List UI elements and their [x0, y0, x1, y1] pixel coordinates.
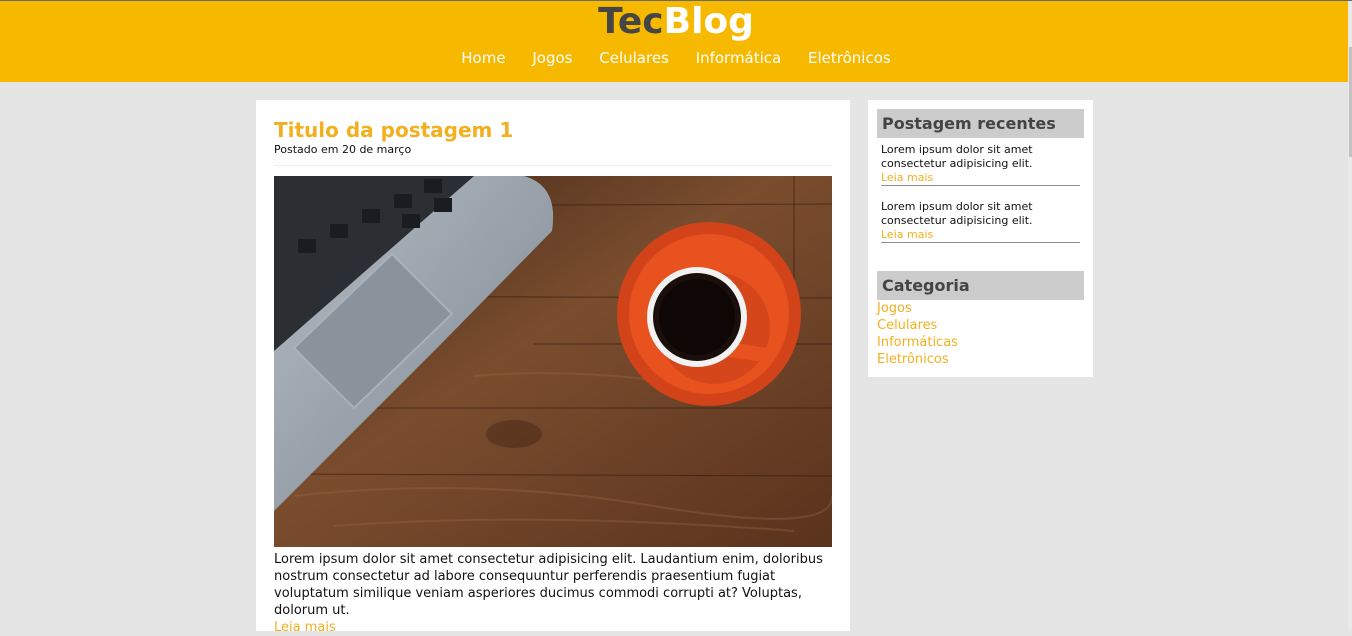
- post-divider: [274, 165, 832, 166]
- page-scrollbar[interactable]: [1348, 1, 1352, 631]
- nav-home[interactable]: Home: [461, 48, 505, 68]
- laptop-coffee-photo: [274, 176, 832, 547]
- recent-post-read-more[interactable]: Leia mais: [881, 171, 1080, 185]
- post-title[interactable]: Titulo da postagem 1: [274, 117, 513, 143]
- sidebar: Postagem recentes Lorem ipsum dolor sit …: [868, 100, 1093, 377]
- category-link-eletronicos[interactable]: Eletrônicos: [877, 351, 958, 368]
- site-logo[interactable]: TecBlog: [0, 1, 1352, 43]
- site-header: TecBlog Home Jogos Celulares Informática…: [0, 1, 1352, 82]
- recent-posts-heading: Postagem recentes: [877, 109, 1084, 138]
- post-read-more-link[interactable]: Leia mais: [274, 619, 336, 636]
- nav-jogos[interactable]: Jogos: [532, 48, 572, 68]
- post-date: Postado em 20 de março: [274, 143, 412, 156]
- category-list: Jogos Celulares Informáticas Eletrônicos: [877, 300, 958, 368]
- recent-post-item: Lorem ipsum dolor sit amet consectetur a…: [881, 200, 1080, 243]
- logo-text-tec: Tec: [598, 1, 664, 42]
- main-nav: Home Jogos Celulares Informática Eletrôn…: [0, 48, 1352, 68]
- nav-informatica[interactable]: Informática: [696, 48, 782, 68]
- nav-celulares[interactable]: Celulares: [599, 48, 669, 68]
- category-heading: Categoria: [877, 271, 1084, 300]
- recent-post-item: Lorem ipsum dolor sit amet consectetur a…: [881, 143, 1080, 186]
- nav-eletronicos[interactable]: Eletrônicos: [808, 48, 891, 68]
- post-excerpt: Lorem ipsum dolor sit amet consectetur a…: [274, 552, 823, 618]
- category-link-celulares[interactable]: Celulares: [877, 317, 958, 334]
- category-link-jogos[interactable]: Jogos: [877, 300, 958, 317]
- logo-text-blog: Blog: [663, 1, 754, 42]
- recent-post-read-more[interactable]: Leia mais: [881, 228, 1080, 242]
- post-card: Titulo da postagem 1 Postado em 20 de ma…: [256, 100, 850, 635]
- recent-post-text: Lorem ipsum dolor sit amet consectetur a…: [881, 143, 1033, 170]
- category-link-informaticas[interactable]: Informáticas: [877, 334, 958, 351]
- post-image: [274, 176, 832, 547]
- recent-post-text: Lorem ipsum dolor sit amet consectetur a…: [881, 200, 1033, 227]
